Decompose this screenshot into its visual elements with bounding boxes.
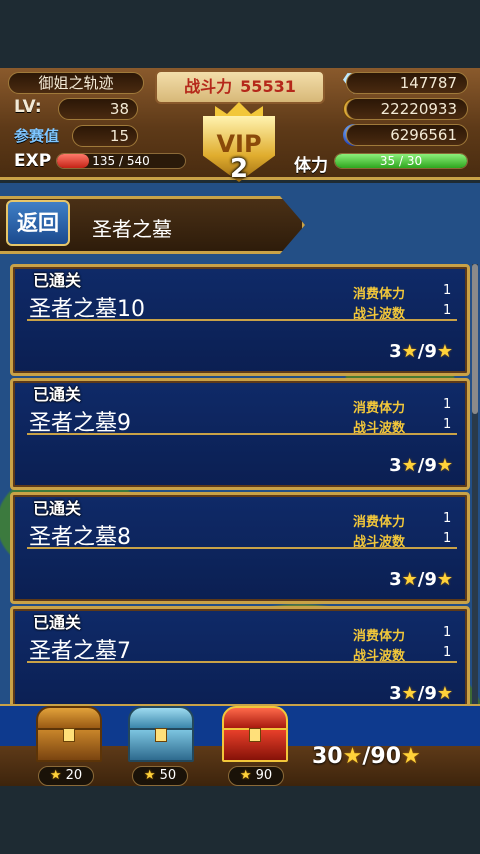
star-icon: ★ <box>401 341 418 362</box>
stage-status: 已通关 <box>33 271 82 290</box>
divider <box>27 433 457 435</box>
page-title: 圣者之墓 <box>92 217 172 241</box>
stars-earned: 3 <box>389 683 402 704</box>
stars-max: /9 <box>417 455 437 476</box>
stage-stars: 3★/9★ <box>389 683 453 704</box>
stage-list-scrollbar[interactable] <box>472 264 478 704</box>
stamina-cost-label: 消费体力 <box>353 401 406 416</box>
stamina-label: 体力 <box>294 156 328 176</box>
star-icon: ★ <box>143 768 156 783</box>
exp-text: 135 / 540 <box>92 154 150 168</box>
stars-earned: 3 <box>389 569 402 590</box>
waves-value: 1 <box>443 531 452 546</box>
rank-value: 15 <box>72 125 138 147</box>
total-stars: 30★/90★ <box>312 744 421 769</box>
lock-icon <box>63 728 75 742</box>
stage-stars: 3★/9★ <box>389 569 453 590</box>
max-stars: /90 <box>362 744 402 769</box>
star-icon: ★ <box>239 768 252 783</box>
stars-max: /9 <box>417 683 437 704</box>
gem-count: 147787 <box>346 72 468 94</box>
chest-requirement: ★ 20 <box>38 766 94 786</box>
stage-status: 已通关 <box>33 499 82 518</box>
lock-icon <box>249 728 261 742</box>
waves-value: 1 <box>443 417 452 432</box>
rank-label: 参赛值 <box>14 127 60 145</box>
level-value: 38 <box>58 98 138 120</box>
stamina-cost-value: 1 <box>443 283 452 298</box>
chest-lid <box>222 706 288 730</box>
divider <box>27 547 457 549</box>
wooden-chest-icon[interactable] <box>36 706 102 764</box>
chest-requirement: ★ 90 <box>228 766 284 786</box>
chest-requirement: ★ 50 <box>132 766 188 786</box>
stamina-cost-label: 消费体力 <box>353 515 406 530</box>
combat-power-banner: 战斗力 55531 <box>155 70 325 104</box>
star-icon: ★ <box>342 744 363 769</box>
gold-count: 22220933 <box>346 98 468 120</box>
star-icon: ★ <box>436 455 453 476</box>
stage-item[interactable]: 已通关 圣者之墓7 消费体力 1 战斗波数 1 3★/9★ <box>10 606 470 718</box>
stars-earned: 3 <box>389 455 402 476</box>
stage-item[interactable]: 已通关 圣者之墓10 消费体力 1 战斗波数 1 3★/9★ <box>10 264 470 376</box>
stage-status: 已通关 <box>33 613 82 632</box>
stage-stars: 3★/9★ <box>389 455 453 476</box>
bottom-letterbox <box>0 786 480 854</box>
stamina-cost-label: 消费体力 <box>353 287 406 302</box>
stamina-cost-label: 消费体力 <box>353 629 406 644</box>
star-icon: ★ <box>436 569 453 590</box>
chest-lid <box>36 706 102 730</box>
stars-max: /9 <box>417 569 437 590</box>
star-icon: ★ <box>436 683 453 704</box>
stage-status: 已通关 <box>33 385 82 404</box>
chest-required-stars: 90 <box>255 768 273 783</box>
combat-power-value: 55531 <box>240 77 296 96</box>
stamina-bar: 35 / 30 <box>334 153 468 169</box>
star-icon: ★ <box>401 683 418 704</box>
vip-badge[interactable]: VIP 2 <box>197 102 281 186</box>
level-label: LV: <box>14 97 42 117</box>
lock-icon <box>155 728 167 742</box>
top-letterbox <box>0 0 480 68</box>
divider <box>27 319 457 321</box>
stage-stars: 3★/9★ <box>389 341 453 362</box>
player-name: 御姐之轨迹 <box>8 72 144 94</box>
combat-power-label: 战斗力 <box>184 77 233 96</box>
star-icon: ★ <box>401 569 418 590</box>
star-icon: ★ <box>401 455 418 476</box>
collected-stars: 30 <box>312 744 343 769</box>
stage-item[interactable]: 已通关 圣者之墓8 消费体力 1 战斗波数 1 3★/9★ <box>10 492 470 604</box>
red-chest-icon[interactable] <box>222 706 288 764</box>
star-icon: ★ <box>436 341 453 362</box>
stamina-cost-value: 1 <box>443 511 452 526</box>
star-icon: ★ <box>49 768 62 783</box>
stamina-cost-value: 1 <box>443 625 452 640</box>
chest-lid <box>128 706 194 730</box>
stars-earned: 3 <box>389 341 402 362</box>
silver-chest-icon[interactable] <box>128 706 194 764</box>
exp-bar: 135 / 540 <box>56 153 186 169</box>
exp-label: EXP <box>14 151 52 171</box>
stage-item[interactable]: 已通关 圣者之墓9 消费体力 1 战斗波数 1 3★/9★ <box>10 378 470 490</box>
chest-required-stars: 50 <box>159 768 177 783</box>
vip-level: 2 <box>229 154 249 184</box>
scroll-thumb[interactable] <box>472 264 478 414</box>
back-button[interactable]: 返回 <box>6 200 70 246</box>
waves-value: 1 <box>443 645 452 660</box>
stamina-cost-value: 1 <box>443 397 452 412</box>
chest-required-stars: 20 <box>65 768 83 783</box>
stars-max: /9 <box>417 341 437 362</box>
divider <box>27 661 457 663</box>
stamina-text: 35 / 30 <box>379 154 423 168</box>
star-icon: ★ <box>401 744 421 769</box>
orb-count: 6296561 <box>346 124 468 146</box>
waves-value: 1 <box>443 303 452 318</box>
